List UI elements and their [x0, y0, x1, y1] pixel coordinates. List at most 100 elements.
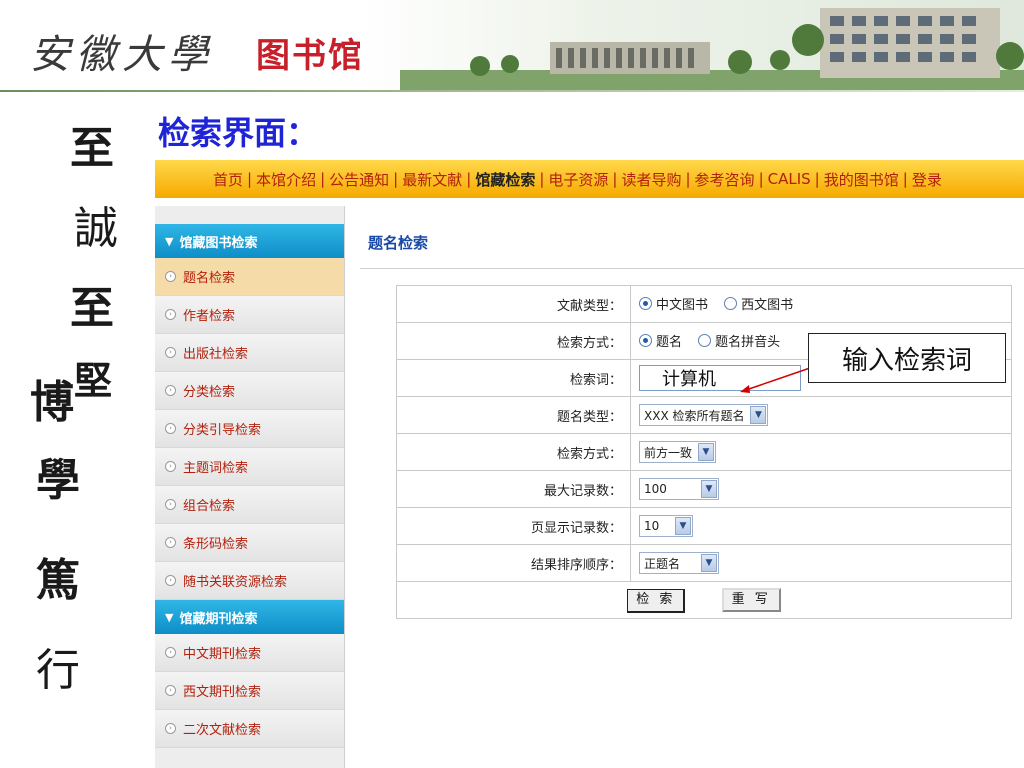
- nav-reader-guide[interactable]: 读者导购: [621, 169, 681, 190]
- keyword-label: 检索词：: [396, 359, 631, 397]
- reset-button[interactable]: 重 写: [721, 587, 781, 612]
- form-row-page-records: 页显示记录数： 10 ▼: [396, 507, 1012, 545]
- sidebar-item-barcode-search[interactable]: › 条形码检索: [155, 524, 344, 562]
- match-mode-select[interactable]: 前方一致 ▼: [639, 441, 717, 463]
- radio-chinese-books[interactable]: 中文图书: [639, 294, 708, 313]
- sidebar-section-journals[interactable]: ▼ 馆藏期刊检索: [155, 600, 344, 634]
- sidebar-item-label: 随书关联资源检索: [183, 575, 288, 590]
- bullet-icon: ›: [165, 499, 176, 510]
- nav-e-resources[interactable]: 电子资源: [548, 169, 608, 190]
- nav-calis[interactable]: CALIS: [768, 170, 811, 188]
- sidebar-item-publisher-search[interactable]: › 出版社检索: [155, 334, 344, 372]
- bullet-icon: ›: [165, 723, 176, 734]
- sidebar-item-related-resource-search[interactable]: › 随书关联资源检索: [155, 562, 344, 600]
- radio-label: 题名: [656, 335, 683, 350]
- nav-reference[interactable]: 参考咨询: [695, 169, 755, 190]
- sidebar-item-author-search[interactable]: › 作者检索: [155, 296, 344, 334]
- chevron-down-icon: ▼: [165, 610, 174, 624]
- radio-icon: [698, 334, 712, 347]
- site-banner: 安徽大學 图书馆: [0, 0, 1024, 92]
- radio-title[interactable]: 题名: [639, 331, 682, 350]
- campus-photo: [360, 0, 1024, 90]
- page-records-select[interactable]: 10 ▼: [639, 515, 693, 537]
- bullet-icon: ›: [165, 385, 176, 396]
- form-row-match-mode: 检索方式： 前方一致 ▼: [396, 433, 1012, 471]
- max-records-label: 最大记录数：: [396, 470, 631, 508]
- sidebar-item-secondary-doc-search[interactable]: › 二次文献检索: [155, 710, 344, 748]
- sidebar-item-class-guide-search[interactable]: › 分类引导检索: [155, 410, 344, 448]
- sidebar-item-title-search[interactable]: › 题名检索: [155, 258, 344, 296]
- sidebar-item-west-journal-search[interactable]: › 西文期刊检索: [155, 672, 344, 710]
- radio-icon: [724, 297, 738, 310]
- doc-type-label: 文献类型：: [396, 285, 631, 323]
- chevron-down-icon: ▼: [750, 406, 767, 424]
- nav-notices[interactable]: 公告通知: [329, 169, 389, 190]
- sidebar-section-label: 馆藏期刊检索: [179, 611, 258, 627]
- sidebar-item-label: 分类引导检索: [183, 423, 262, 438]
- nav-login[interactable]: 登录: [912, 169, 942, 190]
- sidebar-item-label: 组合检索: [183, 499, 236, 514]
- sidebar: ▼ 馆藏图书检索 › 题名检索 › 作者检索 › 出版社检索 › 分类检索 › 分类引导检…: [155, 206, 345, 768]
- sidebar-item-combined-search[interactable]: › 组合检索: [155, 486, 344, 524]
- select-value: 100: [644, 482, 667, 496]
- form-row-doc-type: 文献类型： 中文图书 西文图书: [396, 285, 1012, 323]
- sidebar-section-label: 馆藏图书检索: [179, 235, 258, 251]
- search-mode-label: 检索方式：: [396, 322, 631, 360]
- chevron-down-icon: ▼: [698, 443, 715, 461]
- select-value: 前方一致: [644, 445, 693, 460]
- motto-char: 博: [30, 377, 74, 428]
- nav-home[interactable]: 首页: [213, 169, 243, 190]
- bullet-icon: ›: [165, 537, 176, 548]
- form-row-sort-order: 结果排序顺序： 正题名 ▼: [396, 544, 1012, 582]
- sidebar-item-label: 题名检索: [183, 271, 236, 286]
- sidebar-item-class-search[interactable]: › 分类检索: [155, 372, 344, 410]
- bullet-icon: ›: [165, 309, 176, 320]
- top-nav: 首页 | 本馆介绍 | 公告通知 | 最新文献 | 馆藏检索 | 电子资源 | 读者导购 | …: [155, 160, 1024, 198]
- chevron-down-icon: ▼: [701, 554, 717, 572]
- page-title: 检索界面：: [158, 114, 319, 152]
- chevron-down-icon: ▼: [701, 480, 717, 498]
- sidebar-item-label: 分类检索: [183, 385, 236, 400]
- sort-order-select[interactable]: 正题名 ▼: [639, 552, 719, 574]
- form-row-buttons: 检 索 重 写: [396, 581, 1012, 619]
- annotation-callout: 输入检索词: [808, 333, 1006, 383]
- max-records-select[interactable]: 100 ▼: [639, 478, 719, 500]
- sidebar-section-books[interactable]: ▼ 馆藏图书检索: [155, 224, 344, 258]
- radio-label: 题名拼音头: [715, 335, 781, 350]
- sidebar-item-label: 中文期刊检索: [183, 647, 262, 662]
- select-value: XXX 检索所有题名: [644, 408, 745, 423]
- nav-new-docs[interactable]: 最新文献: [402, 169, 462, 190]
- nav-my-library[interactable]: 我的图书馆: [824, 169, 899, 190]
- title-type-select[interactable]: XXX 检索所有题名 ▼: [639, 404, 769, 426]
- form-divider: [360, 268, 1024, 269]
- select-value: 10: [644, 519, 660, 533]
- radio-icon: [639, 334, 652, 347]
- nav-collection-search[interactable]: 馆藏检索: [475, 169, 535, 190]
- radio-western-books[interactable]: 西文图书: [724, 294, 793, 313]
- bullet-icon: ›: [165, 575, 176, 586]
- sidebar-item-label: 出版社检索: [183, 347, 249, 362]
- bullet-icon: ›: [165, 685, 176, 696]
- sidebar-item-label: 二次文献检索: [183, 723, 262, 738]
- motto-char: 誠: [74, 203, 118, 254]
- callout-arrow: [740, 367, 811, 393]
- motto-char: 至: [70, 123, 114, 174]
- sidebar-item-label: 西文期刊检索: [183, 685, 262, 700]
- sidebar-item-subject-search[interactable]: › 主题词检索: [155, 448, 344, 486]
- motto-char: 堅: [74, 358, 113, 403]
- title-type-label: 题名类型：: [396, 396, 631, 434]
- match-mode-label: 检索方式：: [396, 433, 631, 471]
- sidebar-item-label: 主题词检索: [183, 461, 249, 476]
- sidebar-item-cn-journal-search[interactable]: › 中文期刊检索: [155, 634, 344, 672]
- form-title: 题名检索: [368, 234, 429, 252]
- search-button[interactable]: 检 索: [627, 588, 686, 613]
- motto-char: 至: [70, 283, 114, 334]
- sidebar-item-label: 条形码检索: [183, 537, 249, 552]
- radio-title-pinyin[interactable]: 题名拼音头: [698, 331, 780, 350]
- bullet-icon: ›: [165, 461, 176, 472]
- form-row-title-type: 题名类型： XXX 检索所有题名 ▼: [396, 396, 1012, 434]
- university-calligraphy: 安徽大學: [30, 32, 214, 78]
- radio-icon: [639, 297, 652, 310]
- bullet-icon: ›: [165, 347, 176, 358]
- nav-about[interactable]: 本馆介绍: [256, 169, 316, 190]
